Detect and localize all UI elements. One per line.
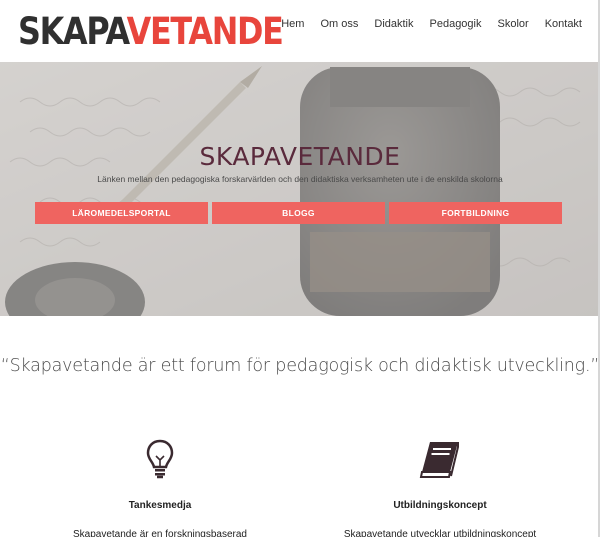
logo-text: SKAPAVETANDE [18, 10, 284, 53]
book-icon [340, 438, 540, 480]
blogg-button[interactable]: BLOGG [212, 202, 385, 224]
laromedelsportal-button[interactable]: LÄROMEDELSPORTAL [35, 202, 208, 224]
feature-text: Skapavetande är en forskningsbaserad [72, 529, 247, 537]
fortbildning-button[interactable]: FORTBILDNING [389, 202, 562, 224]
nav-item-kontakt[interactable]: Kontakt [537, 16, 590, 32]
site-logo[interactable]: SKAPAVETANDE [14, 10, 286, 54]
feature-utbildningskoncept: Utbildningskoncept Skapavetande utveckla… [340, 438, 540, 537]
nav-item-pedagogik[interactable]: Pedagogik [422, 16, 490, 32]
nav-item-didaktik[interactable]: Didaktik [366, 16, 421, 32]
lightbulb-icon [60, 438, 260, 480]
hero-button-row: LÄROMEDELSPORTAL BLOGG FORTBILDNING [35, 202, 562, 224]
site-header: SKAPAVETANDE Hem Om oss Didaktik Pedagog… [0, 0, 600, 62]
feature-tankesmedja: Tankesmedja Skapavetande är en forskning… [60, 438, 260, 537]
hero-title: SKAPAVETANDE [199, 142, 401, 171]
hero-subtitle: Länken mellan den pedagogiska forskarvär… [97, 174, 503, 184]
nav-item-hem[interactable]: Hem [273, 16, 312, 32]
nav-item-om-oss[interactable]: Om oss [312, 16, 366, 32]
hero-banner: SKAPAVETANDE Länken mellan den pedagogis… [0, 62, 600, 316]
feature-title: Tankesmedja [128, 500, 192, 511]
logo-text-part1: SKAPA [18, 10, 128, 53]
hero-overlay [0, 62, 600, 316]
feature-text: Skapavetande utvecklar utbildningskoncep… [343, 529, 537, 537]
mission-quote: “Skapavetande är ett forum för pedagogis… [0, 356, 600, 376]
logo-text-part2: VETANDE [126, 10, 284, 53]
nav-item-skolor[interactable]: Skolor [490, 16, 537, 32]
feature-title: Utbildningskoncept [393, 500, 487, 511]
main-nav: Hem Om oss Didaktik Pedagogik Skolor Kon… [273, 16, 590, 32]
